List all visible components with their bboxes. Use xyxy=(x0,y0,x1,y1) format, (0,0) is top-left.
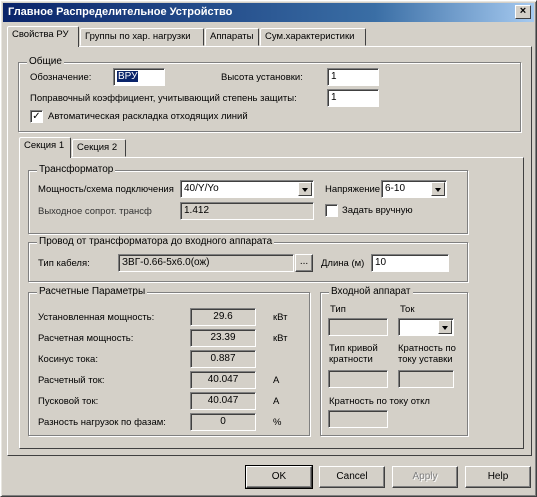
close-icon[interactable]: × xyxy=(515,5,531,19)
device-type-label: Тип xyxy=(330,304,346,315)
window-title: Главное Распределительное Устройство xyxy=(8,6,233,18)
calc-row-label: Разность нагрузок по фазам: xyxy=(38,417,166,428)
tab-ru-properties[interactable]: Свойства РУ xyxy=(7,26,79,47)
cable-type-label: Тип кабеля: xyxy=(38,258,90,269)
coef-label: Поправочный коэффициент, учитывающий сте… xyxy=(30,93,297,104)
wire-group-title: Провод от трансформатора до входного апп… xyxy=(37,236,275,248)
tab-load-groups[interactable]: Группы по хар. нагрузки xyxy=(80,28,204,46)
designation-label: Обозначение: xyxy=(30,72,92,83)
general-group-title: Общие xyxy=(27,56,64,68)
designation-input[interactable]: ВРУ xyxy=(113,68,165,86)
scheme-value: 40/Y/Yo xyxy=(184,183,219,194)
height-label: Высота установки: xyxy=(221,72,303,83)
help-button[interactable]: Help xyxy=(465,466,531,488)
resistance-label: Выходное сопрот. трансф xyxy=(38,206,152,217)
calc-params-title: Расчетные Параметры xyxy=(37,286,148,298)
installed-power-value: 29.6 xyxy=(190,308,256,326)
device-current-select[interactable] xyxy=(398,318,454,336)
designation-value: ВРУ xyxy=(117,71,139,82)
manual-label: Задать вручную xyxy=(342,205,413,216)
apply-button[interactable]: Apply xyxy=(392,466,458,488)
tab-label: Аппараты xyxy=(210,31,254,42)
voltage-select[interactable]: 6-10 xyxy=(381,180,447,198)
scheme-select[interactable]: 40/Y/Yo xyxy=(180,180,314,198)
curve-type-label-line2: кратности xyxy=(329,354,373,365)
calc-row-unit: А xyxy=(273,396,280,407)
length-input[interactable]: 10 xyxy=(371,254,449,272)
mult-setting-field xyxy=(398,370,454,388)
cable-browse-button[interactable]: ... xyxy=(295,254,313,272)
section-panel: Трансформатор Мощность/схема подключения… xyxy=(19,157,524,449)
auto-layout-label: Автоматическая раскладка отходящих линий xyxy=(48,111,248,122)
tab-section-1[interactable]: Секция 1 xyxy=(19,137,71,158)
chevron-down-icon[interactable] xyxy=(438,320,452,334)
calc-row-label: Косинус тока: xyxy=(38,354,98,365)
mult-setting-label-line2: току уставки xyxy=(398,354,453,365)
ok-button[interactable]: OK xyxy=(245,465,313,489)
auto-layout-checkbox[interactable]: ✓ xyxy=(30,110,43,123)
start-current-value: 40.047 xyxy=(190,392,256,410)
scheme-label: Мощность/схема подключения xyxy=(38,184,174,195)
calc-row-label: Расчетный ток: xyxy=(38,375,105,386)
curve-type-field xyxy=(328,370,388,388)
tab-panel-ru-properties: Общие Обозначение: ВРУ Высота установки:… xyxy=(7,46,532,456)
manual-checkbox[interactable] xyxy=(325,204,338,217)
cable-type-field: ЗВГ-0.66-5х6.0(ож) xyxy=(118,254,294,272)
voltage-value: 6-10 xyxy=(385,183,406,194)
height-input[interactable]: 1 xyxy=(327,68,379,86)
tab-label: Сум.характеристики xyxy=(265,31,355,42)
transformer-group-title: Трансформатор xyxy=(37,164,116,176)
calc-row-unit: кВт xyxy=(273,312,288,323)
mult-current-field xyxy=(328,410,388,428)
chevron-down-icon[interactable] xyxy=(431,182,445,196)
tab-sum-characteristics[interactable]: Сум.характеристики xyxy=(260,28,366,46)
calc-row-label: Установленная мощность: xyxy=(38,312,155,323)
tab-label: Свойства РУ xyxy=(12,29,69,40)
title-bar: Главное Распределительное Устройство × xyxy=(3,3,534,22)
calc-current-value: 40.047 xyxy=(190,371,256,389)
mult-current-label: Кратность по току откл xyxy=(329,396,430,407)
tab-section-2[interactable]: Секция 2 xyxy=(72,139,126,157)
calc-row-label: Расчетная мощность: xyxy=(38,333,134,344)
calc-row-label: Пусковой ток: xyxy=(38,396,99,407)
cosine-value: 0.887 xyxy=(190,350,256,368)
resistance-field: 1.412 xyxy=(180,202,314,220)
cancel-button[interactable]: Cancel xyxy=(319,466,385,488)
dialog-window: Главное Распределительное Устройство × С… xyxy=(0,0,537,497)
coef-input[interactable]: 1 xyxy=(327,89,379,107)
chevron-down-icon[interactable] xyxy=(298,182,312,196)
phase-diff-value: 0 xyxy=(190,413,256,431)
calc-power-value: 23.39 xyxy=(190,329,256,347)
input-device-title: Входной аппарат xyxy=(329,286,413,298)
device-current-label: Ток xyxy=(400,304,415,315)
tab-label: Группы по хар. нагрузки xyxy=(85,31,191,42)
device-type-field xyxy=(328,318,388,336)
tab-devices[interactable]: Аппараты xyxy=(205,28,259,46)
tab-label: Секция 1 xyxy=(24,140,65,151)
tab-label: Секция 2 xyxy=(77,142,118,153)
length-label: Длина (м) xyxy=(321,258,365,269)
voltage-label: Напряжение xyxy=(325,184,381,195)
calc-row-unit: кВт xyxy=(273,333,288,344)
calc-row-unit: А xyxy=(273,375,280,386)
calc-row-unit: % xyxy=(273,417,282,428)
